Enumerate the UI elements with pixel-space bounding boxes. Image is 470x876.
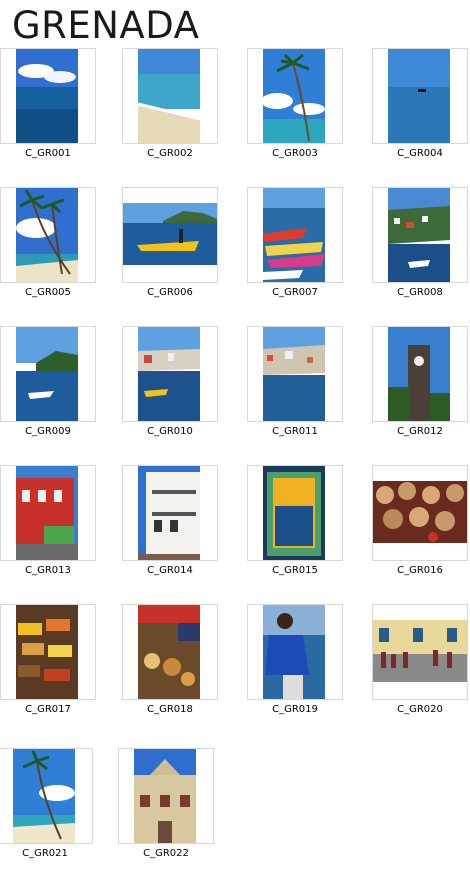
thumbnail-label: C_GR010 bbox=[147, 426, 193, 437]
thumbnail-frame[interactable] bbox=[247, 465, 343, 561]
thumbnail-item[interactable]: C_GR010 bbox=[122, 326, 220, 454]
thumbnail-frame[interactable] bbox=[247, 326, 343, 422]
thumbnail-item[interactable]: C_GR005 bbox=[0, 187, 98, 315]
thumbnail-frame[interactable] bbox=[0, 748, 93, 844]
thumbnail-label: C_GR011 bbox=[272, 426, 318, 437]
thumbnail-frame[interactable] bbox=[372, 465, 468, 561]
photo-harbor-town[interactable] bbox=[388, 188, 450, 282]
thumbnail-item[interactable]: C_GR012 bbox=[372, 326, 470, 454]
thumbnail-label: C_GR008 bbox=[397, 287, 443, 298]
thumbnail-frame[interactable] bbox=[372, 604, 468, 700]
thumbnail-item[interactable]: C_GR006 bbox=[122, 187, 220, 315]
photo-palm-tree[interactable] bbox=[263, 49, 325, 143]
photo-colorful-boats[interactable] bbox=[263, 188, 325, 282]
thumbnail-label: C_GR012 bbox=[397, 426, 443, 437]
photo-harbor-boat[interactable] bbox=[138, 327, 200, 421]
thumbnail-label: C_GR004 bbox=[397, 148, 443, 159]
thumbnail-item[interactable]: C_GR008 bbox=[372, 187, 470, 315]
thumbnail-label: C_GR002 bbox=[147, 148, 193, 159]
thumbnail-label: C_GR014 bbox=[147, 565, 193, 576]
photo-yacht-coast[interactable] bbox=[16, 327, 78, 421]
thumbnail-item[interactable]: C_GR003 bbox=[247, 48, 345, 176]
thumbnail-frame[interactable] bbox=[122, 604, 218, 700]
thumbnail-item[interactable]: C_GR002 bbox=[122, 48, 220, 176]
photo-our-place-sign[interactable] bbox=[263, 466, 325, 560]
photo-red-building[interactable] bbox=[16, 466, 78, 560]
photo-white-building[interactable] bbox=[138, 466, 200, 560]
thumbnail-item[interactable]: C_GR001 bbox=[0, 48, 98, 176]
thumbnail-label: C_GR021 bbox=[22, 848, 68, 859]
thumbnail-label: C_GR018 bbox=[147, 704, 193, 715]
thumbnail-frame[interactable] bbox=[372, 187, 468, 283]
thumbnail-label: C_GR017 bbox=[25, 704, 71, 715]
thumbnail-item[interactable]: C_GR009 bbox=[0, 326, 98, 454]
thumbnail-frame[interactable] bbox=[247, 187, 343, 283]
photo-man-blue-shirt[interactable] bbox=[263, 605, 325, 699]
thumbnail-label: C_GR019 bbox=[272, 704, 318, 715]
thumbnail-item[interactable]: C_GR013 bbox=[0, 465, 98, 593]
thumbnail-frame[interactable] bbox=[122, 465, 218, 561]
thumbnail-item[interactable]: C_GR004 bbox=[372, 48, 470, 176]
thumbnail-item[interactable]: C_GR011 bbox=[247, 326, 345, 454]
thumbnail-frame[interactable] bbox=[122, 48, 218, 144]
thumbnail-item[interactable]: C_GR020 bbox=[372, 604, 470, 732]
thumbnail-frame[interactable] bbox=[247, 48, 343, 144]
thumbnail-item[interactable]: C_GR019 bbox=[247, 604, 345, 732]
thumbnail-frame[interactable] bbox=[0, 465, 96, 561]
thumbnail-item[interactable]: C_GR014 bbox=[122, 465, 220, 593]
thumbnail-label: C_GR020 bbox=[397, 704, 443, 715]
photo-yellow-boat[interactable] bbox=[123, 203, 217, 265]
thumbnail-frame[interactable] bbox=[372, 326, 468, 422]
photo-clock-tower[interactable] bbox=[388, 327, 450, 421]
photo-beach-shore[interactable] bbox=[138, 49, 200, 143]
page-title: GRENADA bbox=[12, 4, 200, 47]
photo-nutmeg-baskets[interactable] bbox=[373, 481, 467, 543]
thumbnail-frame[interactable] bbox=[122, 187, 218, 283]
photo-palm-beach[interactable] bbox=[16, 188, 78, 282]
thumbnail-label: C_GR009 bbox=[25, 426, 71, 437]
thumbnail-label: C_GR013 bbox=[25, 565, 71, 576]
thumbnail-item[interactable]: C_GR017 bbox=[0, 604, 98, 732]
photo-harbor-hillside[interactable] bbox=[263, 327, 325, 421]
thumbnail-frame[interactable] bbox=[0, 48, 96, 144]
thumbnail-frame[interactable] bbox=[0, 187, 96, 283]
thumbnail-label: C_GR001 bbox=[25, 148, 71, 159]
photo-market-stall[interactable] bbox=[138, 605, 200, 699]
thumbnail-label: C_GR016 bbox=[397, 565, 443, 576]
thumbnail-label: C_GR015 bbox=[272, 565, 318, 576]
photo-boat-bay[interactable] bbox=[388, 49, 450, 143]
thumbnail-frame[interactable] bbox=[0, 604, 96, 700]
thumbnail-item[interactable]: C_GR015 bbox=[247, 465, 345, 593]
thumbnail-label: C_GR005 bbox=[25, 287, 71, 298]
thumbnail-frame[interactable] bbox=[122, 326, 218, 422]
thumbnail-frame[interactable] bbox=[0, 326, 96, 422]
photo-palm-shore[interactable] bbox=[13, 749, 75, 843]
thumbnail-frame[interactable] bbox=[247, 604, 343, 700]
thumbnail-label: C_GR022 bbox=[143, 848, 189, 859]
thumbnail-item[interactable]: C_GR007 bbox=[247, 187, 345, 315]
thumbnail-item[interactable]: C_GR021 bbox=[0, 748, 95, 876]
thumbnail-item[interactable]: C_GR018 bbox=[122, 604, 220, 732]
photo-historic-building[interactable] bbox=[134, 749, 196, 843]
photo-schoolchildren[interactable] bbox=[373, 620, 467, 682]
photo-sea-clouds[interactable] bbox=[16, 49, 78, 143]
thumbnail-label: C_GR007 bbox=[272, 287, 318, 298]
thumbnail-label: C_GR003 bbox=[272, 148, 318, 159]
thumbnail-item[interactable]: C_GR016 bbox=[372, 465, 470, 593]
thumbnail-frame[interactable] bbox=[118, 748, 214, 844]
photo-spice-bags[interactable] bbox=[16, 605, 78, 699]
thumbnail-item[interactable]: C_GR022 bbox=[118, 748, 216, 876]
thumbnail-frame[interactable] bbox=[372, 48, 468, 144]
thumbnail-label: C_GR006 bbox=[147, 287, 193, 298]
